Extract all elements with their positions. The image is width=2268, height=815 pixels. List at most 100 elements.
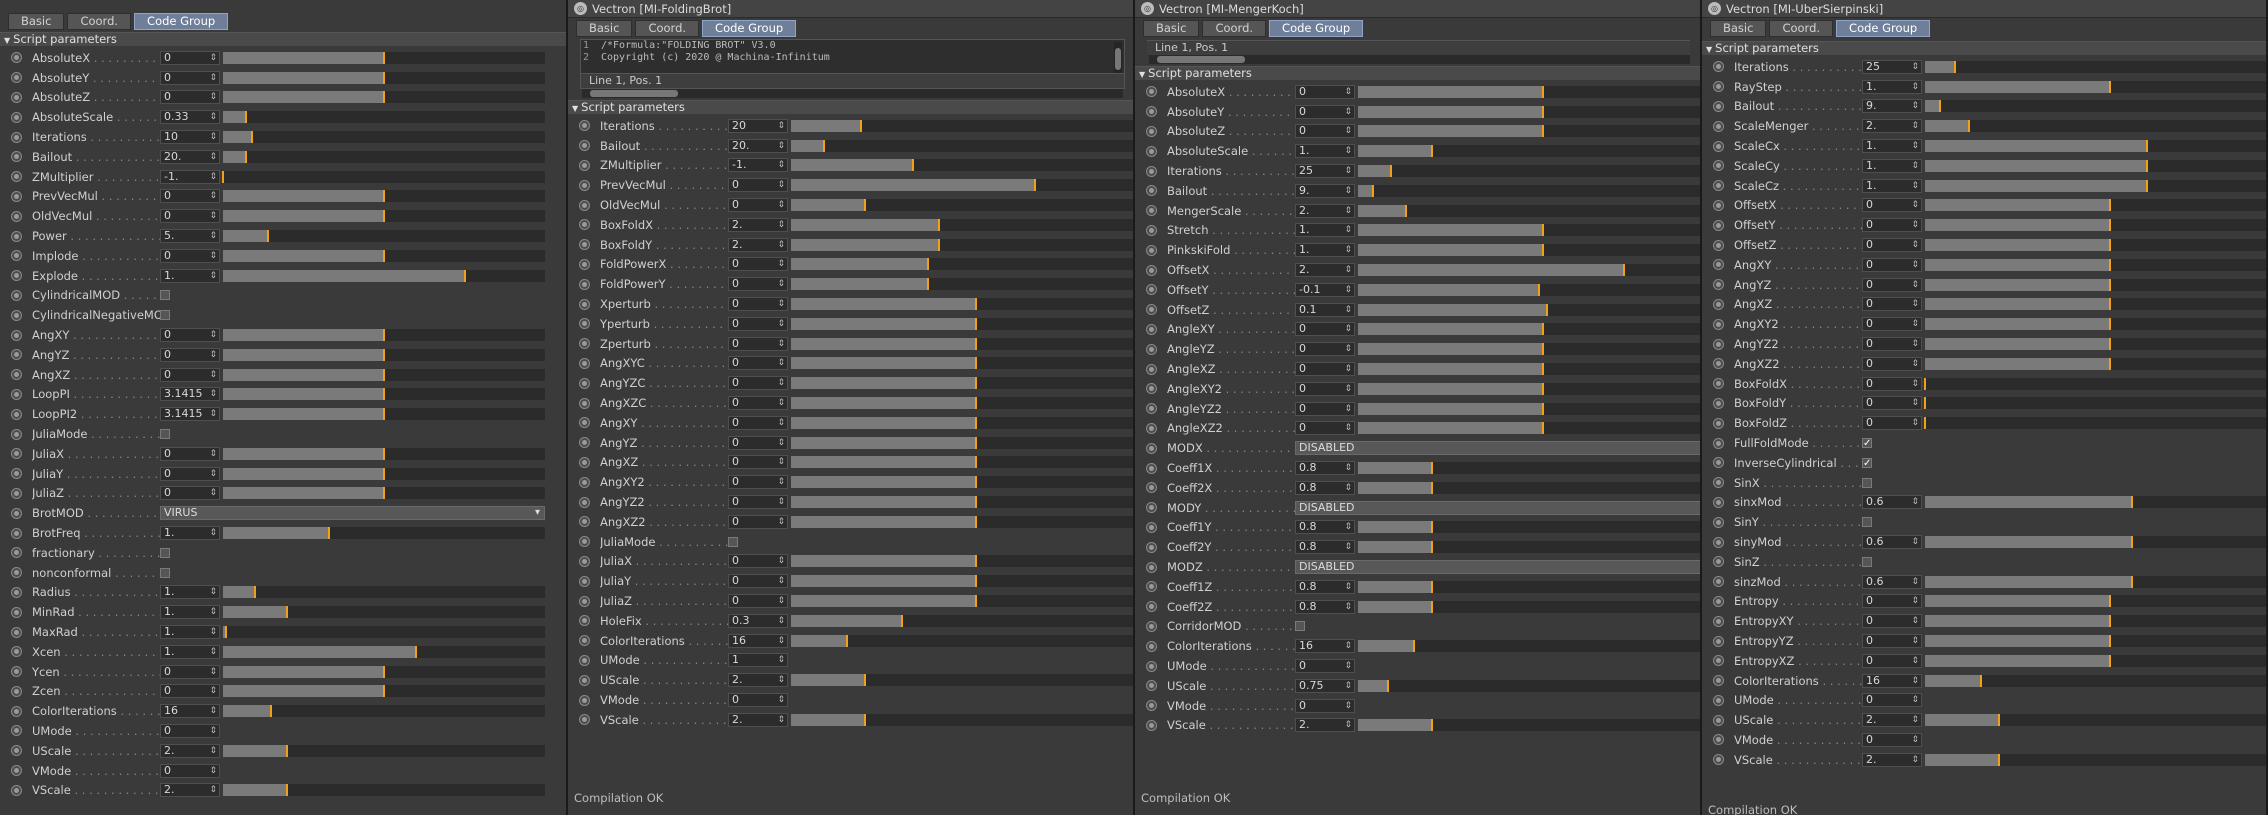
animate-radio-icon[interactable]: [1713, 576, 1724, 588]
slider-handle[interactable]: [938, 238, 940, 251]
slider-handle[interactable]: [1924, 417, 1926, 430]
param-slider[interactable]: [791, 139, 1133, 152]
slider-handle[interactable]: [383, 249, 385, 262]
param-slider[interactable]: [1358, 719, 1700, 732]
value-field[interactable]: 2.: [728, 217, 788, 232]
param-slider[interactable]: [791, 258, 1133, 271]
param-slider[interactable]: [791, 238, 1133, 251]
param-slider[interactable]: [1925, 674, 2266, 687]
slider-handle[interactable]: [250, 131, 253, 144]
value-field[interactable]: 0: [728, 475, 788, 490]
animate-radio-icon[interactable]: [11, 270, 22, 282]
value-field[interactable]: 0: [728, 316, 788, 331]
animate-radio-icon[interactable]: [579, 298, 590, 310]
animate-radio-icon[interactable]: [1713, 100, 1724, 112]
slider-handle[interactable]: [383, 685, 385, 698]
value-field[interactable]: 0: [728, 455, 788, 470]
animate-radio-icon[interactable]: [1713, 279, 1724, 291]
animate-radio-icon[interactable]: [1713, 655, 1724, 667]
slider-handle[interactable]: [1545, 303, 1548, 316]
param-slider[interactable]: [1358, 343, 1700, 356]
animate-radio-icon[interactable]: [1713, 477, 1724, 489]
slider-handle[interactable]: [975, 476, 977, 489]
slider-handle[interactable]: [2146, 179, 2148, 192]
slider-handle[interactable]: [823, 139, 826, 152]
value-field[interactable]: 0.8: [1295, 579, 1355, 594]
param-slider[interactable]: [791, 614, 1133, 627]
animate-radio-icon[interactable]: [11, 784, 22, 796]
animate-radio-icon[interactable]: [579, 258, 590, 270]
value-field[interactable]: -1.: [160, 169, 220, 184]
param-slider[interactable]: [1358, 184, 1700, 197]
animate-radio-icon[interactable]: [11, 190, 22, 202]
param-slider[interactable]: [1358, 283, 1700, 296]
animate-radio-icon[interactable]: [1713, 496, 1724, 508]
animate-radio-icon[interactable]: [1146, 403, 1157, 415]
slider-handle[interactable]: [286, 606, 289, 619]
param-slider[interactable]: [1358, 105, 1700, 118]
param-slider[interactable]: [1925, 635, 2266, 647]
value-field[interactable]: 0: [1295, 381, 1355, 396]
param-slider[interactable]: [1925, 496, 2266, 509]
param-slider[interactable]: [791, 397, 1133, 410]
slider-handle[interactable]: [1542, 323, 1544, 336]
param-slider[interactable]: [791, 199, 1133, 212]
param-slider[interactable]: [223, 51, 545, 64]
animate-radio-icon[interactable]: [1713, 160, 1724, 172]
param-slider[interactable]: [1925, 298, 2266, 311]
animate-radio-icon[interactable]: [11, 52, 22, 64]
param-dropdown[interactable]: DISABLED: [1295, 441, 1700, 456]
animate-radio-icon[interactable]: [1146, 185, 1157, 197]
animate-radio-icon[interactable]: [11, 111, 22, 123]
slider-handle[interactable]: [254, 586, 257, 599]
code-editor[interactable]: 1 /*Formula:"FOLDING BROT" V3.0 2 Copyrigh…: [580, 39, 1125, 89]
value-field[interactable]: 1.: [1862, 158, 1922, 173]
slider-handle[interactable]: [1998, 714, 2000, 727]
animate-radio-icon[interactable]: [1146, 680, 1157, 692]
animate-radio-icon[interactable]: [11, 547, 22, 559]
value-field[interactable]: 16: [728, 633, 788, 648]
value-field[interactable]: 0: [1862, 257, 1922, 272]
param-slider[interactable]: [223, 348, 545, 361]
slider-handle[interactable]: [975, 357, 977, 370]
slider-handle[interactable]: [270, 705, 273, 718]
slider-handle[interactable]: [383, 467, 385, 480]
animate-radio-icon[interactable]: [1713, 754, 1724, 766]
slider-handle[interactable]: [1412, 640, 1415, 653]
animate-radio-icon[interactable]: [11, 666, 22, 678]
animate-radio-icon[interactable]: [1146, 145, 1157, 157]
value-field[interactable]: 1.: [160, 526, 220, 541]
param-slider[interactable]: [1925, 140, 2266, 153]
animate-radio-icon[interactable]: [1146, 660, 1157, 672]
param-slider[interactable]: [223, 230, 545, 243]
value-field[interactable]: 0.8: [1295, 520, 1355, 535]
param-slider[interactable]: [223, 665, 545, 678]
tab-coord[interactable]: Coord.: [635, 19, 700, 37]
value-field[interactable]: 2.: [160, 743, 220, 758]
animate-radio-icon[interactable]: [11, 408, 22, 420]
animate-radio-icon[interactable]: [1713, 140, 1724, 152]
value-field[interactable]: 0: [160, 486, 220, 501]
animate-radio-icon[interactable]: [579, 456, 590, 468]
slider-handle[interactable]: [2146, 159, 2148, 172]
param-slider[interactable]: [791, 377, 1133, 390]
value-field[interactable]: 0: [1862, 198, 1922, 213]
param-slider[interactable]: [223, 626, 545, 638]
slider-handle[interactable]: [864, 674, 866, 687]
value-field[interactable]: 0: [728, 356, 788, 371]
animate-radio-icon[interactable]: [1713, 615, 1724, 627]
value-field[interactable]: 0.6: [1862, 495, 1922, 510]
param-slider[interactable]: [223, 91, 545, 104]
animate-radio-icon[interactable]: [1146, 383, 1157, 395]
value-field[interactable]: 20.: [728, 138, 788, 153]
animate-radio-icon[interactable]: [1146, 581, 1157, 593]
param-slider[interactable]: [791, 337, 1133, 350]
value-field[interactable]: 0: [160, 70, 220, 85]
value-field[interactable]: 0.1: [1295, 302, 1355, 317]
value-field[interactable]: 2.: [1862, 713, 1922, 728]
slider-handle[interactable]: [383, 665, 385, 678]
param-slider[interactable]: [791, 416, 1133, 429]
section-header[interactable]: ▼ Script parameters: [0, 32, 566, 46]
param-slider[interactable]: [223, 705, 545, 718]
value-field[interactable]: 0: [1862, 238, 1922, 253]
